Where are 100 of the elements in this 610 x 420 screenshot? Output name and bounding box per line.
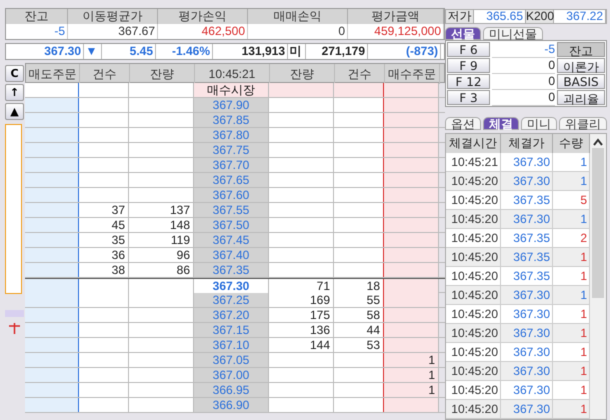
buy-order-cell[interactable]	[384, 188, 439, 202]
buy-order-cell[interactable]	[384, 293, 439, 307]
table-cell: 55	[334, 293, 384, 307]
price-cell: 367.75	[194, 143, 269, 157]
table-cell: 175	[269, 308, 334, 322]
table-cell: 459,125,000	[348, 24, 444, 39]
sell-order-cell[interactable]	[25, 233, 79, 247]
price-cell: 367.05	[194, 353, 269, 367]
sell-order-cell[interactable]	[25, 353, 79, 367]
sell-order-cell[interactable]	[25, 263, 79, 277]
table-cell: 367.30	[501, 210, 553, 228]
sell-order-cell[interactable]	[25, 338, 79, 352]
side-button[interactable]: ▲	[5, 103, 24, 120]
price-cell: 367.65	[194, 173, 269, 187]
sell-order-cell[interactable]	[25, 128, 79, 142]
buy-order-cell[interactable]	[384, 323, 439, 337]
buy-order-cell[interactable]	[384, 173, 439, 187]
tab[interactable]: 체결	[483, 117, 519, 130]
scrollbar[interactable]	[590, 134, 606, 419]
tab[interactable]: 위클리	[559, 117, 607, 130]
buy-order-cell[interactable]	[384, 248, 439, 262]
tab[interactable]: 미니	[521, 117, 557, 130]
price-cell: 367.60	[194, 188, 269, 202]
table-cell: 367.30	[501, 305, 553, 323]
table-cell	[334, 203, 384, 217]
sell-order-cell[interactable]	[25, 203, 79, 217]
table-cell	[334, 113, 384, 127]
tab[interactable]: 옵션	[445, 117, 481, 130]
buy-order-cell[interactable]: 1	[384, 368, 439, 382]
sell-order-cell[interactable]	[25, 218, 79, 232]
buy-order-cell[interactable]	[384, 158, 439, 172]
price-cell: 366.95	[194, 383, 269, 397]
buy-order-cell[interactable]	[384, 279, 439, 293]
buy-order-cell[interactable]	[384, 263, 439, 277]
sell-order-cell[interactable]	[25, 173, 79, 187]
market-buy-cell[interactable]: 매수시장	[194, 83, 269, 97]
contract-button[interactable]: F 12	[447, 74, 490, 89]
buy-order-cell[interactable]	[384, 113, 439, 127]
price-cell: 367.85	[194, 113, 269, 127]
table-cell	[334, 143, 384, 157]
buy-order-cell[interactable]	[384, 218, 439, 232]
range-value: 367.22	[554, 10, 606, 23]
sell-order-cell[interactable]	[25, 368, 79, 382]
table-cell: 96	[129, 248, 194, 262]
sell-order-cell[interactable]	[25, 398, 79, 412]
sell-order-cell[interactable]	[25, 188, 79, 202]
column-header: 평가손익	[158, 9, 248, 24]
tab[interactable]: 선물	[445, 27, 481, 40]
contract-value: -5	[492, 42, 555, 58]
table-cell: 367.30	[501, 400, 553, 418]
table-cell: 10:45:20	[446, 210, 501, 228]
sell-order-cell[interactable]	[25, 279, 79, 293]
contract-button[interactable]: F 6	[447, 42, 490, 57]
buy-order-cell[interactable]	[384, 233, 439, 247]
sell-order-cell[interactable]	[25, 113, 79, 127]
price-cell: 367.20	[194, 308, 269, 322]
sell-order-cell[interactable]	[25, 323, 79, 337]
table-cell: 10:45:20	[446, 248, 501, 266]
table-cell: 148	[129, 218, 194, 232]
sell-order-cell[interactable]	[25, 83, 79, 97]
buy-order-cell[interactable]	[384, 338, 439, 352]
sell-order-cell[interactable]	[25, 158, 79, 172]
buy-order-cell[interactable]	[384, 203, 439, 217]
table-cell: 71	[269, 279, 334, 293]
side-button[interactable]: ↑	[5, 84, 24, 101]
table-cell	[334, 263, 384, 277]
buy-order-cell[interactable]	[384, 143, 439, 157]
sell-order-cell[interactable]	[25, 248, 79, 262]
quote-value: 131,913	[213, 44, 288, 59]
quote-value: (-873)	[368, 44, 441, 59]
buy-order-cell[interactable]	[384, 398, 439, 412]
table-cell: 10:45:20	[446, 267, 501, 285]
side-button[interactable]: C	[5, 65, 24, 82]
sell-order-cell[interactable]	[25, 98, 79, 112]
column-header: 매매손익	[248, 9, 348, 24]
sell-order-cell[interactable]	[25, 308, 79, 322]
buy-order-cell[interactable]: 1	[384, 353, 439, 367]
sell-order-cell[interactable]	[25, 383, 79, 397]
tab[interactable]: 미니선물	[483, 27, 543, 40]
table-cell: 10:45:20	[446, 400, 501, 418]
table-cell: 38	[79, 263, 129, 277]
view-button[interactable]: 잔고	[557, 42, 605, 57]
view-button[interactable]: 괴리율	[557, 90, 605, 105]
contract-button[interactable]: F 9	[447, 58, 490, 73]
buy-order-cell[interactable]	[384, 128, 439, 142]
view-button[interactable]: BASIS	[557, 74, 605, 89]
buy-order-cell[interactable]	[384, 83, 439, 97]
table-cell: 10:45:21	[446, 153, 501, 171]
price-cell: 367.15	[194, 323, 269, 337]
table-cell: 367.30	[501, 172, 553, 190]
buy-order-cell[interactable]: 1	[384, 383, 439, 397]
contract-button[interactable]: F 3	[447, 90, 490, 105]
contract-value: 0	[492, 58, 555, 74]
sell-order-cell[interactable]	[25, 143, 79, 157]
price-cell: 366.90	[194, 398, 269, 412]
table-cell	[334, 233, 384, 247]
view-button[interactable]: 이론가	[557, 58, 605, 73]
buy-order-cell[interactable]	[384, 308, 439, 322]
sell-order-cell[interactable]	[25, 293, 79, 307]
buy-order-cell[interactable]	[384, 98, 439, 112]
